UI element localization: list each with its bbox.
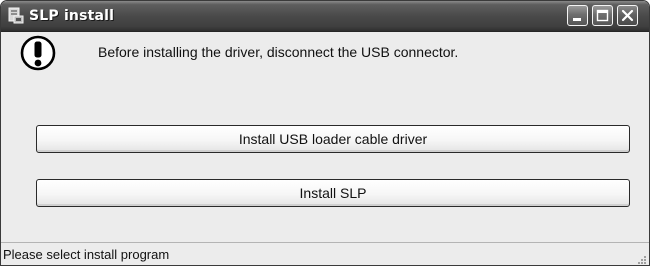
install-slp-button[interactable]: Install SLP [36, 179, 630, 207]
resize-grip-icon[interactable] [635, 252, 647, 264]
exclamation-icon [20, 35, 56, 71]
warning-message: Before installing the driver, disconnect… [98, 44, 459, 60]
installer-icon[interactable] [7, 7, 25, 25]
maximize-button[interactable] [592, 5, 613, 26]
status-bar: Please select install program [1, 242, 649, 265]
close-icon [621, 9, 634, 22]
install-usb-driver-button[interactable]: Install USB loader cable driver [36, 125, 630, 153]
app-window: SLP install Before installing the driver… [0, 0, 650, 266]
maximize-icon [596, 9, 609, 22]
dialog-body: Before installing the driver, disconnect… [1, 32, 649, 241]
close-button[interactable] [617, 5, 638, 26]
status-text: Please select install program [3, 247, 170, 262]
window-title: SLP install [29, 8, 115, 24]
minimize-icon [573, 18, 581, 21]
minimize-button[interactable] [567, 5, 588, 26]
title-bar[interactable]: SLP install [1, 1, 649, 32]
